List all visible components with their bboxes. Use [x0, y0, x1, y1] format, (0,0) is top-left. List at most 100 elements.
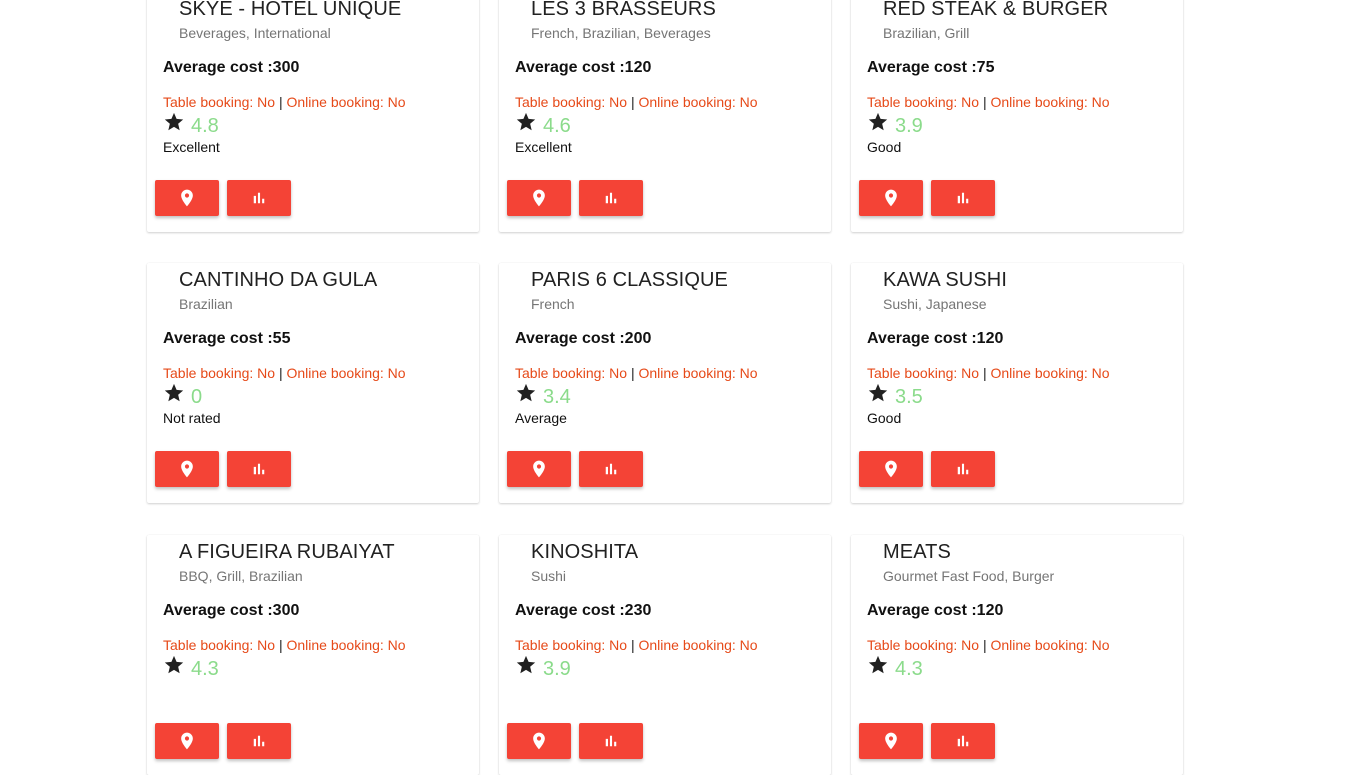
location-button[interactable] [859, 180, 923, 216]
stats-button[interactable] [227, 451, 291, 487]
stats-button[interactable] [579, 180, 643, 216]
bar-chart-icon [954, 732, 972, 750]
average-cost: Average cost :230 [515, 601, 651, 620]
location-button[interactable] [507, 180, 571, 216]
rating: 4.6 [515, 111, 571, 137]
rating-value: 3.4 [543, 386, 571, 408]
table-booking: Table booking: No [515, 637, 628, 653]
rating-value: 3.9 [895, 115, 923, 137]
stats-button[interactable] [579, 723, 643, 759]
booking-separator: | [982, 365, 987, 381]
location-button[interactable] [155, 451, 219, 487]
location-button[interactable] [859, 723, 923, 759]
restaurant-cuisines: French, Brazilian, Beverages [531, 25, 711, 41]
location-pin-icon [529, 459, 549, 479]
average-cost-value: 120 [624, 59, 652, 76]
average-cost: Average cost :120 [515, 58, 651, 77]
online-booking: Online booking: No [286, 365, 406, 381]
table-booking: Table booking: No [163, 94, 276, 110]
restaurant-card: KINOSHITA Sushi Average cost :230 Table boo… [499, 535, 831, 775]
average-cost-label: Average cost : [515, 59, 625, 76]
star-icon [163, 111, 185, 133]
rating: 0 [163, 382, 202, 408]
location-pin-icon [529, 188, 549, 208]
restaurant-card: A FIGUEIRA RUBAIYAT BBQ, Grill, Brazilian… [147, 535, 479, 775]
bar-chart-icon [250, 732, 268, 750]
stats-button[interactable] [931, 451, 995, 487]
booking-separator: | [278, 637, 283, 653]
bar-chart-icon [602, 732, 620, 750]
booking-separator: | [630, 365, 635, 381]
average-cost: Average cost :55 [163, 329, 290, 348]
rating-value: 4.3 [191, 658, 219, 680]
average-cost-value: 300 [272, 59, 300, 76]
rating-value: 3.9 [543, 658, 571, 680]
booking-info: Table booking: No | Online booking: No [163, 94, 406, 110]
location-button[interactable] [507, 723, 571, 759]
rating-text: Not rated [163, 410, 221, 426]
restaurant-cuisines: Sushi [531, 568, 567, 584]
star-icon [163, 654, 185, 676]
restaurant-name: SKYE - HOTEL UNIQUE [179, 0, 402, 20]
restaurant-cuisines: Brazilian [179, 296, 233, 312]
rating: 3.4 [515, 382, 571, 408]
booking-info: Table booking: No | Online booking: No [867, 94, 1110, 110]
stats-button[interactable] [227, 723, 291, 759]
stats-button[interactable] [227, 180, 291, 216]
restaurant-name: CANTINHO DA GULA [179, 269, 378, 291]
booking-separator: | [630, 94, 635, 110]
table-booking: Table booking: No [515, 94, 628, 110]
location-button[interactable] [155, 723, 219, 759]
rating-value: 4.6 [543, 115, 571, 137]
restaurant-name: KINOSHITA [531, 541, 639, 563]
restaurant-grid: SKYE - HOTEL UNIQUE Beverages, Internatio… [0, 0, 1349, 775]
rating-value: 4.3 [895, 658, 923, 680]
average-cost-value: 120 [976, 330, 1004, 347]
bar-chart-icon [250, 460, 268, 478]
location-button[interactable] [507, 451, 571, 487]
booking-separator: | [630, 637, 635, 653]
average-cost-label: Average cost : [515, 602, 625, 619]
rating-text: Excellent [515, 139, 572, 155]
location-pin-icon [177, 459, 197, 479]
stats-button[interactable] [579, 451, 643, 487]
stats-button[interactable] [931, 723, 995, 759]
rating-value: 3.5 [895, 386, 923, 408]
restaurant-card: SKYE - HOTEL UNIQUE Beverages, Internatio… [147, 0, 479, 232]
bar-chart-icon [954, 460, 972, 478]
online-booking: Online booking: No [286, 637, 406, 653]
booking-info: Table booking: No | Online booking: No [515, 365, 758, 381]
average-cost: Average cost :200 [515, 329, 651, 348]
table-booking: Table booking: No [515, 365, 628, 381]
restaurant-cuisines: Brazilian, Grill [883, 25, 970, 41]
bar-chart-icon [602, 189, 620, 207]
online-booking: Online booking: No [638, 365, 758, 381]
average-cost-label: Average cost : [867, 602, 977, 619]
restaurant-cuisines: Gourmet Fast Food, Burger [883, 568, 1055, 584]
average-cost-label: Average cost : [867, 330, 977, 347]
booking-info: Table booking: No | Online booking: No [163, 365, 406, 381]
star-icon [515, 111, 537, 133]
average-cost-label: Average cost : [163, 59, 273, 76]
booking-info: Table booking: No | Online booking: No [867, 365, 1110, 381]
restaurant-name: KAWA SUSHI [883, 269, 1007, 291]
restaurant-name: A FIGUEIRA RUBAIYAT [179, 541, 395, 563]
table-booking: Table booking: No [163, 365, 276, 381]
restaurant-card: KAWA SUSHI Sushi, Japanese Average cost :1… [851, 263, 1183, 503]
booking-info: Table booking: No | Online booking: No [515, 637, 758, 653]
restaurant-name: PARIS 6 CLASSIQUE [531, 269, 728, 291]
stats-button[interactable] [931, 180, 995, 216]
online-booking: Online booking: No [286, 94, 406, 110]
rating: 4.8 [163, 111, 219, 137]
average-cost: Average cost :300 [163, 601, 299, 620]
location-button[interactable] [155, 180, 219, 216]
restaurant-cuisines: Beverages, International [179, 25, 331, 41]
average-cost-label: Average cost : [515, 330, 625, 347]
location-pin-icon [881, 731, 901, 751]
restaurant-cuisines: Sushi, Japanese [883, 296, 987, 312]
restaurant-card: PARIS 6 CLASSIQUE French Average cost :200… [499, 263, 831, 503]
booking-info: Table booking: No | Online booking: No [515, 94, 758, 110]
online-booking: Online booking: No [990, 365, 1110, 381]
rating-text: Average [515, 410, 567, 426]
location-button[interactable] [859, 451, 923, 487]
